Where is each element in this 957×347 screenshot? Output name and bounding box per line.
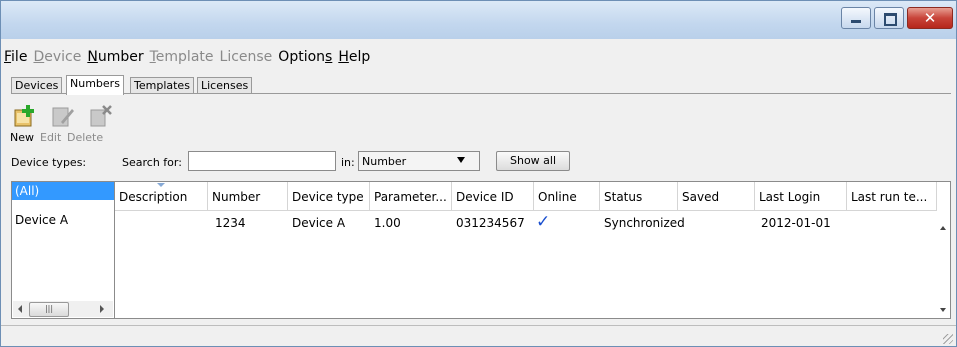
online-check-icon: ✓ bbox=[536, 212, 551, 232]
device-type-item[interactable]: Device A bbox=[12, 213, 68, 227]
new-button-label[interactable]: New bbox=[10, 131, 34, 144]
tab-templates[interactable]: Templates bbox=[130, 77, 194, 94]
search-label: Search for: bbox=[122, 156, 182, 169]
horizontal-scrollbar[interactable]: ||| bbox=[13, 301, 113, 317]
menu-number[interactable]: Number bbox=[84, 45, 146, 67]
column-number[interactable]: Number bbox=[208, 182, 288, 210]
tab-numbers[interactable]: Numbers bbox=[66, 75, 124, 95]
menu-template[interactable]: Template bbox=[147, 45, 217, 67]
edit-button-label[interactable]: Edit bbox=[40, 131, 61, 144]
chevron-down-icon bbox=[457, 157, 465, 163]
title-bar: ✕ bbox=[1, 1, 956, 39]
cell-last-login: 2012-01-01 bbox=[761, 216, 831, 230]
menu-license[interactable]: License bbox=[217, 45, 276, 67]
delete-icon[interactable] bbox=[89, 104, 113, 128]
column-saved[interactable]: Saved bbox=[678, 182, 755, 210]
column-online[interactable]: Online bbox=[534, 182, 600, 210]
in-label: in: bbox=[341, 156, 355, 169]
column-description[interactable]: Description bbox=[115, 182, 208, 210]
show-all-button[interactable]: Show all bbox=[496, 151, 570, 171]
tab-licenses[interactable]: Licenses bbox=[197, 77, 253, 94]
device-type-all[interactable]: (All) bbox=[12, 182, 114, 200]
filter-row: Device types: Search for: in: Number Sho… bbox=[1, 151, 956, 175]
scroll-down-icon[interactable] bbox=[940, 308, 946, 312]
column-status[interactable]: Status bbox=[600, 182, 678, 210]
menu-device[interactable]: Device bbox=[30, 45, 84, 67]
menu-bar: File Device Number Template License Options He… bbox=[1, 45, 956, 68]
minimize-button[interactable] bbox=[841, 7, 871, 29]
scroll-left-icon[interactable] bbox=[18, 305, 22, 313]
edit-icon[interactable] bbox=[51, 104, 75, 128]
resize-grip-icon[interactable] bbox=[943, 334, 953, 344]
new-icon[interactable] bbox=[13, 104, 37, 128]
numbers-table: Description Number Device type Parameter… bbox=[115, 181, 951, 319]
table-header: Description Number Device type Parameter… bbox=[115, 182, 937, 211]
minimize-icon bbox=[851, 20, 861, 23]
maximize-button[interactable] bbox=[874, 7, 904, 29]
maximize-icon bbox=[884, 13, 897, 26]
device-type-list[interactable]: (All) Device A ||| bbox=[11, 181, 115, 319]
column-device-id[interactable]: Device ID bbox=[452, 182, 534, 210]
device-types-label: Device types: bbox=[11, 156, 87, 169]
cell-parameter: 1.00 bbox=[374, 216, 401, 230]
vertical-scrollbar[interactable] bbox=[937, 210, 950, 318]
cell-device-type: Device A bbox=[292, 216, 346, 230]
column-parameter[interactable]: Parameter... bbox=[370, 182, 452, 210]
column-device-type[interactable]: Device type bbox=[288, 182, 370, 210]
sort-indicator-icon bbox=[157, 183, 165, 187]
status-bar bbox=[1, 325, 956, 346]
column-last-run[interactable]: Last run te... bbox=[847, 182, 937, 210]
tab-devices[interactable]: Devices bbox=[11, 77, 63, 94]
cell-status: Synchronized bbox=[604, 216, 685, 230]
menu-help[interactable]: Help bbox=[335, 45, 373, 67]
tab-divider bbox=[11, 93, 951, 94]
search-field-select[interactable]: Number bbox=[358, 151, 480, 171]
application-window: ✕ File Device Number Template License Options… bbox=[0, 0, 957, 347]
scroll-thumb[interactable]: ||| bbox=[29, 302, 69, 317]
column-last-login[interactable]: Last Login bbox=[755, 182, 847, 210]
cell-device-id: 031234567 bbox=[456, 216, 525, 230]
close-icon: ✕ bbox=[923, 9, 937, 27]
search-field-value: Number bbox=[362, 155, 407, 168]
close-button[interactable]: ✕ bbox=[907, 7, 953, 29]
cell-number: 1234 bbox=[215, 216, 246, 230]
scroll-up-icon[interactable] bbox=[940, 226, 946, 230]
scroll-right-icon[interactable] bbox=[100, 305, 104, 313]
search-input[interactable] bbox=[188, 151, 336, 171]
menu-file[interactable]: File bbox=[1, 45, 30, 67]
menu-options[interactable]: Options bbox=[275, 45, 335, 67]
delete-button-label[interactable]: Delete bbox=[67, 131, 103, 144]
